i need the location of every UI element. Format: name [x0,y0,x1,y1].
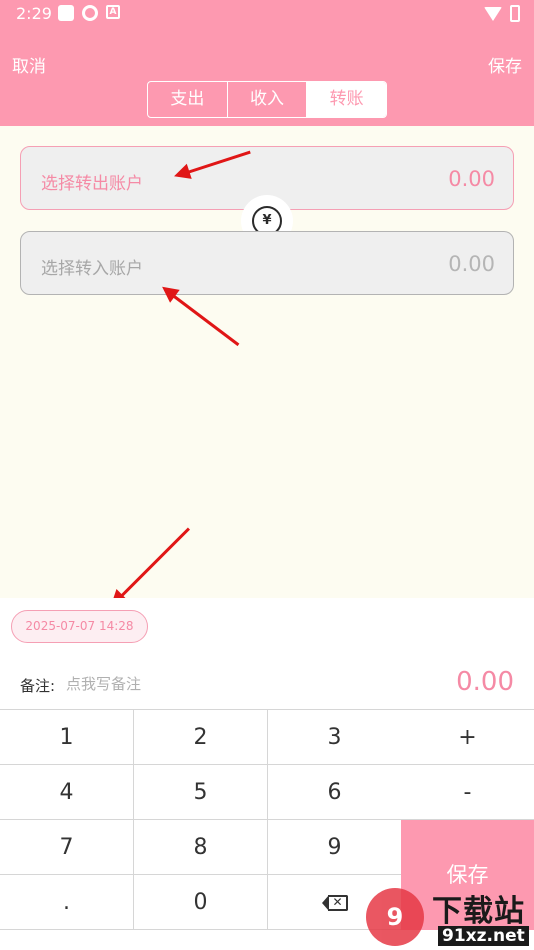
key-dot[interactable]: . [0,875,134,930]
key-0[interactable]: 0 [134,875,268,930]
key-6[interactable]: 6 [268,765,402,820]
watermark-logo: 9 [366,888,424,946]
cancel-button[interactable]: 取消 [12,52,46,77]
to-account-selector[interactable]: 选择转入账户 0.00 [20,231,514,295]
key-7[interactable]: 7 [0,820,134,875]
a-app-icon: A [106,5,120,19]
to-account-label: 选择转入账户 [41,259,143,279]
to-account-amount: 0.00 [448,252,495,276]
tab-expense[interactable]: 支出 [148,82,228,117]
note-label: 备注: [20,677,56,695]
key-minus[interactable]: - [401,765,534,820]
watermark-title: 下载站 [432,894,525,929]
battery-icon [510,5,520,22]
status-time: 2:29 [16,4,52,23]
from-account-amount: 0.00 [448,167,495,191]
annotation-arrow [112,527,191,605]
date-chip[interactable]: 2025-07-07 14:28 [11,610,148,643]
key-1[interactable]: 1 [0,710,134,765]
type-tabs: 支出 收入 转账 [147,81,387,118]
notification-square-icon [58,5,74,21]
sync-icon [82,5,98,21]
key-3[interactable]: 3 [268,710,402,765]
watermark: 9 下载站 91xz.net [366,884,534,950]
key-5[interactable]: 5 [134,765,268,820]
backspace-icon: ✕ [321,895,348,911]
key-plus[interactable]: + [401,710,534,765]
app-header: 2:29 A 取消 保存 支出 收入 转账 [0,0,534,126]
key-9[interactable]: 9 [268,820,402,875]
key-8[interactable]: 8 [134,820,268,875]
tab-transfer[interactable]: 转账 [307,82,386,117]
save-button-top[interactable]: 保存 [488,52,522,77]
from-account-label: 选择转出账户 [41,174,143,194]
key-4[interactable]: 4 [0,765,134,820]
wifi-icon [484,6,502,21]
status-bar: 2:29 A [0,0,534,28]
key-2[interactable]: 2 [134,710,268,765]
watermark-url: 91xz.net [438,926,529,946]
note-input[interactable] [66,672,246,696]
annotation-arrow [164,288,240,347]
total-amount: 0.00 [456,667,514,697]
tab-income[interactable]: 收入 [228,82,308,117]
